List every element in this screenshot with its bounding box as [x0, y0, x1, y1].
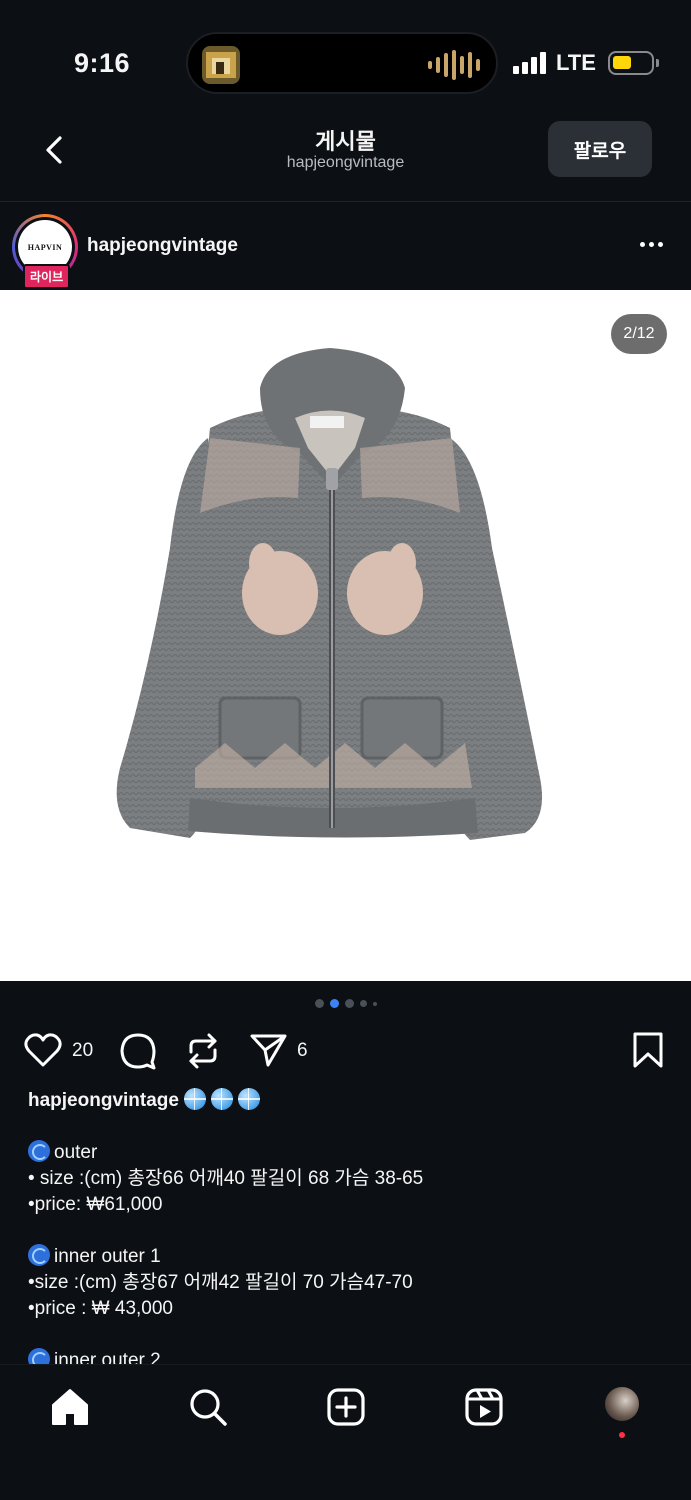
bookmark-icon [633, 1032, 663, 1068]
network-type: LTE [556, 50, 596, 75]
like-count[interactable]: 20 [72, 1040, 93, 1062]
follow-button[interactable]: 팔로우 [548, 121, 652, 177]
share-button[interactable] [250, 1032, 288, 1073]
caption-line: inner outer 1 [28, 1244, 668, 1270]
repost-button[interactable] [185, 1032, 221, 1075]
tab-search[interactable] [188, 1387, 228, 1432]
globe-icon [237, 1088, 260, 1110]
cyclone-icon [28, 1244, 50, 1266]
caption-line: • size :(cm) 총장66 어깨40 팔길이 68 가슴 38-65 [28, 1168, 424, 1189]
bottom-tab-bar [0, 1364, 691, 1500]
caption-username[interactable]: hapjeongvintage [28, 1090, 179, 1111]
tab-profile-avatar[interactable] [603, 1385, 641, 1423]
live-badge: 라이브 [23, 264, 71, 289]
more-horizontal-icon [640, 242, 645, 247]
repost-icon [189, 1033, 217, 1069]
tab-home[interactable] [50, 1387, 90, 1432]
globe-icon [210, 1088, 233, 1110]
carousel-dot [372, 1001, 377, 1006]
like-button[interactable] [24, 1032, 62, 1073]
sweater-photo [116, 348, 543, 840]
status-time: 9:16 [74, 48, 131, 78]
audio-waveform-icon [428, 50, 480, 80]
author-username[interactable]: hapjeongvintage [87, 235, 238, 257]
post-header: 게시물 hapjeongvintage 팔로우 [0, 110, 691, 202]
reels-icon [465, 1388, 503, 1426]
tab-create[interactable] [326, 1387, 366, 1432]
caption-line: •price : ₩ 43,000 [28, 1298, 173, 1319]
dynamic-island[interactable] [186, 32, 498, 94]
status-bar: 9:16 LTE [0, 0, 691, 110]
notification-dot [619, 1432, 625, 1438]
media-counter: 2/12 [611, 314, 667, 354]
post-caption: hapjeongvintage outer • size :(cm) 총장66 … [28, 1088, 668, 1374]
carousel-dot [359, 1000, 367, 1007]
heart-icon [24, 1033, 62, 1067]
post-media[interactable]: 2/12 [0, 290, 691, 981]
carousel-dot-active [329, 999, 339, 1008]
carousel-dot [344, 999, 354, 1008]
search-icon [190, 1389, 227, 1426]
battery-icon [607, 51, 659, 75]
now-playing-thumbnail [202, 46, 240, 84]
home-icon [52, 1389, 88, 1425]
create-icon [327, 1388, 365, 1426]
send-icon [250, 1034, 287, 1067]
status-indicators: LTE [513, 50, 659, 76]
cellular-signal-icon [513, 52, 546, 74]
caption-line: •price: ₩61,000 [28, 1194, 163, 1215]
caption-line: outer [28, 1140, 668, 1166]
comment-icon [120, 1033, 156, 1070]
share-count: 6 [297, 1040, 308, 1061]
caption-header: hapjeongvintage [28, 1088, 668, 1114]
save-button[interactable] [633, 1032, 663, 1073]
cyclone-icon [28, 1140, 50, 1162]
more-options-button[interactable] [640, 242, 663, 247]
post-actions: 20 6 [0, 1028, 691, 1074]
carousel-dot [314, 999, 324, 1008]
post-author-row: HAPVIN 라이브 hapjeongvintage [0, 202, 691, 290]
carousel-indicator [0, 999, 691, 1008]
comment-button[interactable] [119, 1032, 157, 1075]
globe-icon [183, 1088, 206, 1110]
caption-line: •size :(cm) 총장67 어깨42 팔길이 70 가슴47-70 [28, 1272, 413, 1293]
tab-reels[interactable] [464, 1387, 504, 1432]
